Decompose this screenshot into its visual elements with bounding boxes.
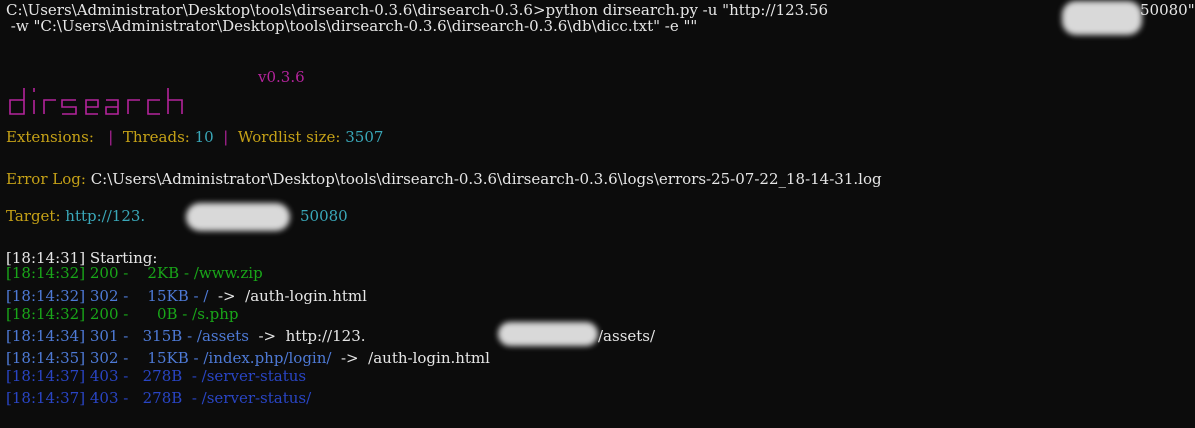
result-row: [18:14:32] 200 - 2KB - /www.zip [6,264,263,282]
result-row: [18:14:37] 403 - 278B - /server-status/ [6,389,312,407]
error-log-path: C:\Users\Administrator\Desktop\tools\dir… [90,170,882,188]
redacted-blur [498,322,598,346]
command-line-2: -w "C:\Users\Administrator\Desktop\tools… [6,17,698,35]
config-line: Extensions: | Threads: 10 | Wordlist siz… [6,128,384,146]
result-row: [18:14:35] 302 - 15KB - /index.php/login… [6,349,490,367]
result-row: [18:14:37] 403 - 278B - /server-status [6,367,307,385]
error-log-line: Error Log: C:\Users\Administrator\Deskto… [6,172,882,187]
redacted-blur [186,203,290,231]
extensions-label: Extensions: [6,128,94,146]
wordlist-value: 3507 [345,128,384,146]
error-log-label: Error Log: [6,170,86,188]
command-line-1-end: 50080" [1140,1,1195,19]
redacted-blur [1062,1,1142,35]
target-url-start: http://123. [65,207,146,225]
dirsearch-logo [9,88,183,115]
threads-label: Threads: [122,128,190,146]
target-url-end: 50080 [300,207,348,225]
result-row: [18:14:34] 301 - 315B - /assets -> http:… [6,327,366,345]
threads-value: 10 [194,128,214,146]
target-label: Target: [6,207,61,225]
wordlist-label: Wordlist size: [237,128,341,146]
target-line: Target: http://123. [6,209,145,224]
result-row: [18:14:32] 302 - 15KB - / -> /auth-login… [6,287,367,305]
version-label: v0.3.6 [258,68,305,86]
result-redirect-end: /assets/ [598,327,656,345]
result-row: [18:14:32] 200 - 0B - /s.php [6,305,239,323]
terminal-window[interactable]: C:\Users\Administrator\Desktop\tools\dir… [0,0,1195,428]
command-line-1: C:\Users\Administrator\Desktop\tools\dir… [6,3,828,18]
